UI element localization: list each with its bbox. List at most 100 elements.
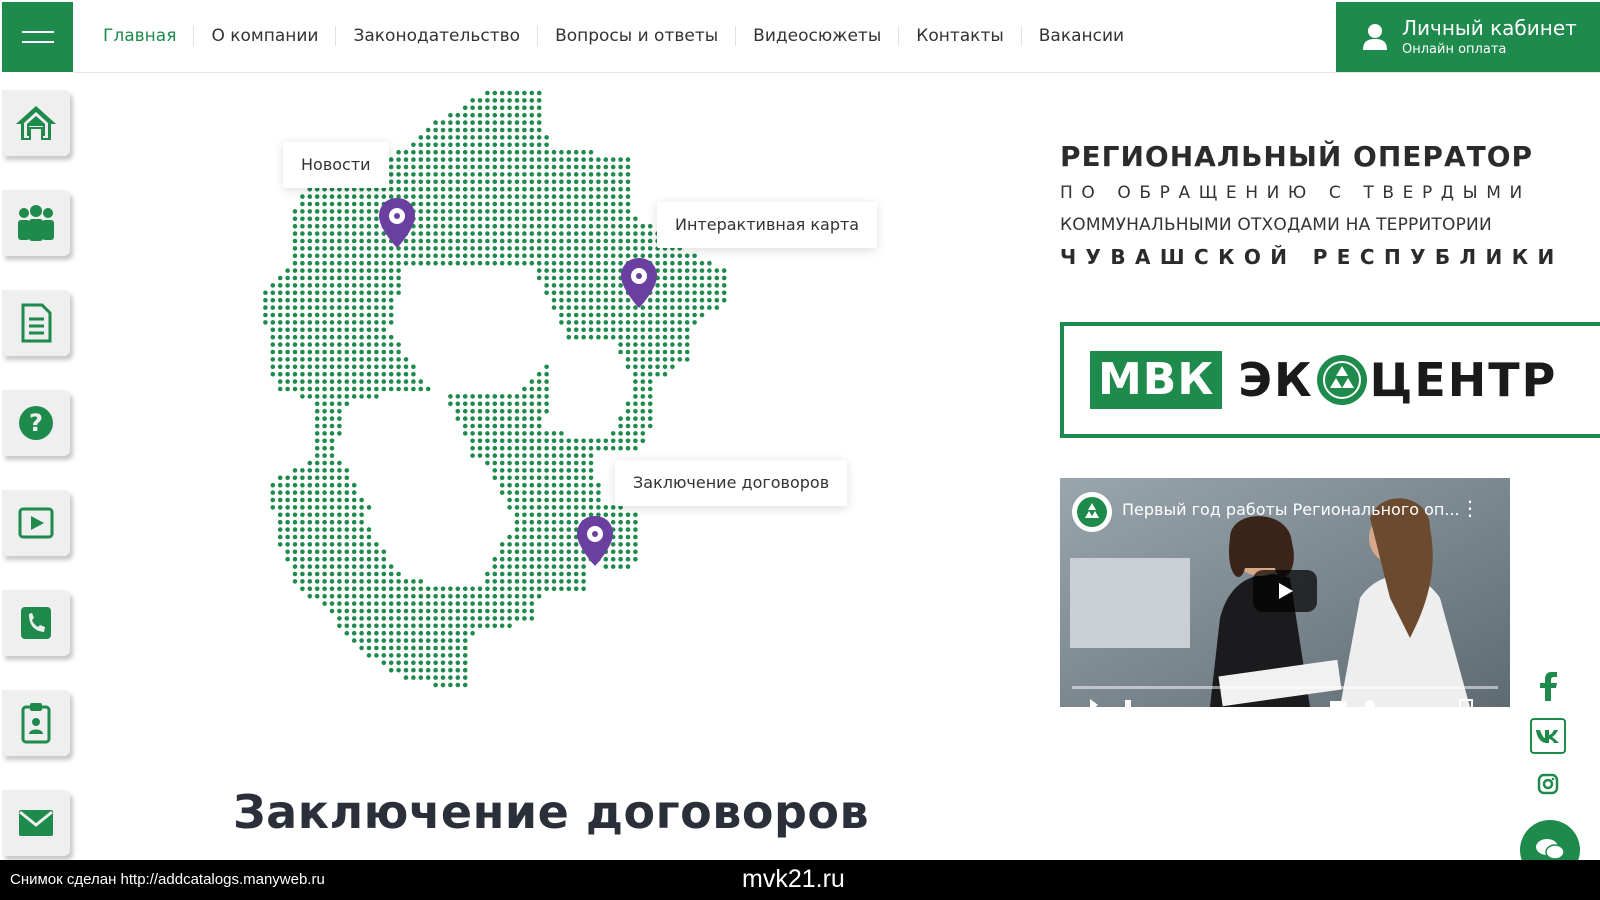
map-dot xyxy=(544,179,549,185)
nav-item-vacancies[interactable]: Вакансии xyxy=(1020,26,1141,46)
instagram-link[interactable] xyxy=(1530,766,1566,802)
map-dot xyxy=(440,253,446,259)
map-dot xyxy=(618,431,623,436)
video-player[interactable]: Первый год работы Регионального оп... ⋮ xyxy=(1060,478,1510,707)
map-dot xyxy=(455,127,461,133)
map-dot xyxy=(566,275,572,281)
map-dot xyxy=(366,312,372,318)
map-dot xyxy=(647,394,653,399)
video-controls xyxy=(1080,695,1490,707)
map-dot xyxy=(507,593,512,599)
map-dot xyxy=(300,231,305,236)
sidebar-video-button[interactable] xyxy=(2,490,70,556)
nav-item-faq[interactable]: Вопросы и ответы xyxy=(537,26,735,46)
map-dot xyxy=(536,371,542,377)
map-dot xyxy=(603,201,609,207)
map-dot xyxy=(551,438,557,444)
map-dot xyxy=(499,112,505,118)
map-label-interactive-map[interactable]: Интерактивная карта xyxy=(657,202,878,248)
map-dot xyxy=(492,135,498,140)
map-dot xyxy=(292,334,298,340)
map-dot xyxy=(640,364,646,370)
map-dot xyxy=(647,364,653,370)
map-dot xyxy=(566,334,572,340)
map-dot xyxy=(403,364,409,370)
video-title[interactable]: Первый год работы Регионального оп... xyxy=(1122,500,1460,519)
map-dot xyxy=(573,201,579,207)
video-progress-bar[interactable] xyxy=(1072,686,1498,689)
map-label-news[interactable]: Новости xyxy=(283,142,389,188)
map-dot xyxy=(529,90,535,96)
map-dot xyxy=(507,616,512,621)
map-dot xyxy=(359,253,364,259)
map-dot xyxy=(433,246,438,251)
screenshot-footer: Снимок сделан http://addcatalogs.manyweb… xyxy=(0,860,1600,900)
map-dot xyxy=(344,297,350,303)
sidebar-home-button[interactable] xyxy=(2,90,70,156)
channel-avatar[interactable] xyxy=(1072,492,1112,532)
map-dot xyxy=(477,623,483,629)
personal-cabinet-button[interactable]: Личный кабинет Онлайн оплата xyxy=(1336,2,1600,72)
map-dot xyxy=(492,209,498,214)
map-dot xyxy=(603,327,609,333)
more-vertical-icon[interactable]: ⋮ xyxy=(1460,496,1480,520)
map-pin-news[interactable] xyxy=(377,196,417,250)
map-dot xyxy=(625,164,631,170)
map-pin-interactive-map[interactable] xyxy=(619,256,659,310)
map-dot xyxy=(337,460,342,466)
map-dot xyxy=(351,194,357,199)
map-dot xyxy=(640,371,646,377)
map-dot xyxy=(425,186,431,192)
sidebar-faq-button[interactable]: ? xyxy=(2,390,70,456)
sidebar-people-button[interactable] xyxy=(2,190,70,256)
map-dot xyxy=(625,416,631,421)
map-dot xyxy=(366,616,372,621)
map-dot xyxy=(337,268,342,273)
sidebar-mail-button[interactable] xyxy=(2,790,70,856)
nav-item-home[interactable]: Главная xyxy=(103,26,193,46)
map-label-contracts[interactable]: Заключение договоров xyxy=(615,460,848,506)
map-dot xyxy=(551,549,557,555)
sidebar-phone-button[interactable] xyxy=(2,590,70,656)
map-dot xyxy=(485,216,490,222)
map-dot xyxy=(514,519,520,525)
map-dot xyxy=(351,549,357,555)
play-button[interactable] xyxy=(1253,570,1317,612)
map-dot xyxy=(692,305,697,310)
vk-box xyxy=(1530,718,1566,754)
map-dot xyxy=(485,179,490,185)
facebook-link[interactable] xyxy=(1530,668,1566,704)
nav-item-about[interactable]: О компании xyxy=(193,26,335,46)
map-dot xyxy=(536,460,542,466)
map-dot xyxy=(499,253,505,259)
vk-link[interactable] xyxy=(1530,718,1566,754)
sidebar-clipboard-button[interactable] xyxy=(2,690,70,756)
nav-item-legislation[interactable]: Законодательство xyxy=(335,26,537,46)
sidebar-documents-button[interactable] xyxy=(2,290,70,356)
map-dot xyxy=(270,312,276,318)
menu-button[interactable] xyxy=(2,2,73,72)
map-dot xyxy=(314,253,320,259)
nav-item-contacts[interactable]: Контакты xyxy=(898,26,1021,46)
map-pin-contracts[interactable] xyxy=(575,514,615,568)
map-dot xyxy=(721,275,727,281)
nav-item-videos[interactable]: Видеосюжеты xyxy=(735,26,898,46)
map-dot xyxy=(618,327,623,333)
map-dot xyxy=(307,579,313,584)
map-dot xyxy=(499,416,505,421)
map-dot xyxy=(329,394,335,399)
map-dot xyxy=(485,579,490,584)
map-dot xyxy=(492,223,498,229)
map-dot xyxy=(470,431,475,436)
map-dot xyxy=(625,542,631,547)
map-dot xyxy=(366,608,372,614)
map-dot xyxy=(507,542,512,547)
map-dot xyxy=(625,172,631,177)
map-dot xyxy=(381,564,387,569)
map-dot xyxy=(314,579,320,584)
map-dot xyxy=(329,357,335,362)
map-dot xyxy=(662,327,668,333)
map-dot xyxy=(529,579,535,584)
map-dot xyxy=(692,297,697,303)
map-dot xyxy=(425,616,431,621)
